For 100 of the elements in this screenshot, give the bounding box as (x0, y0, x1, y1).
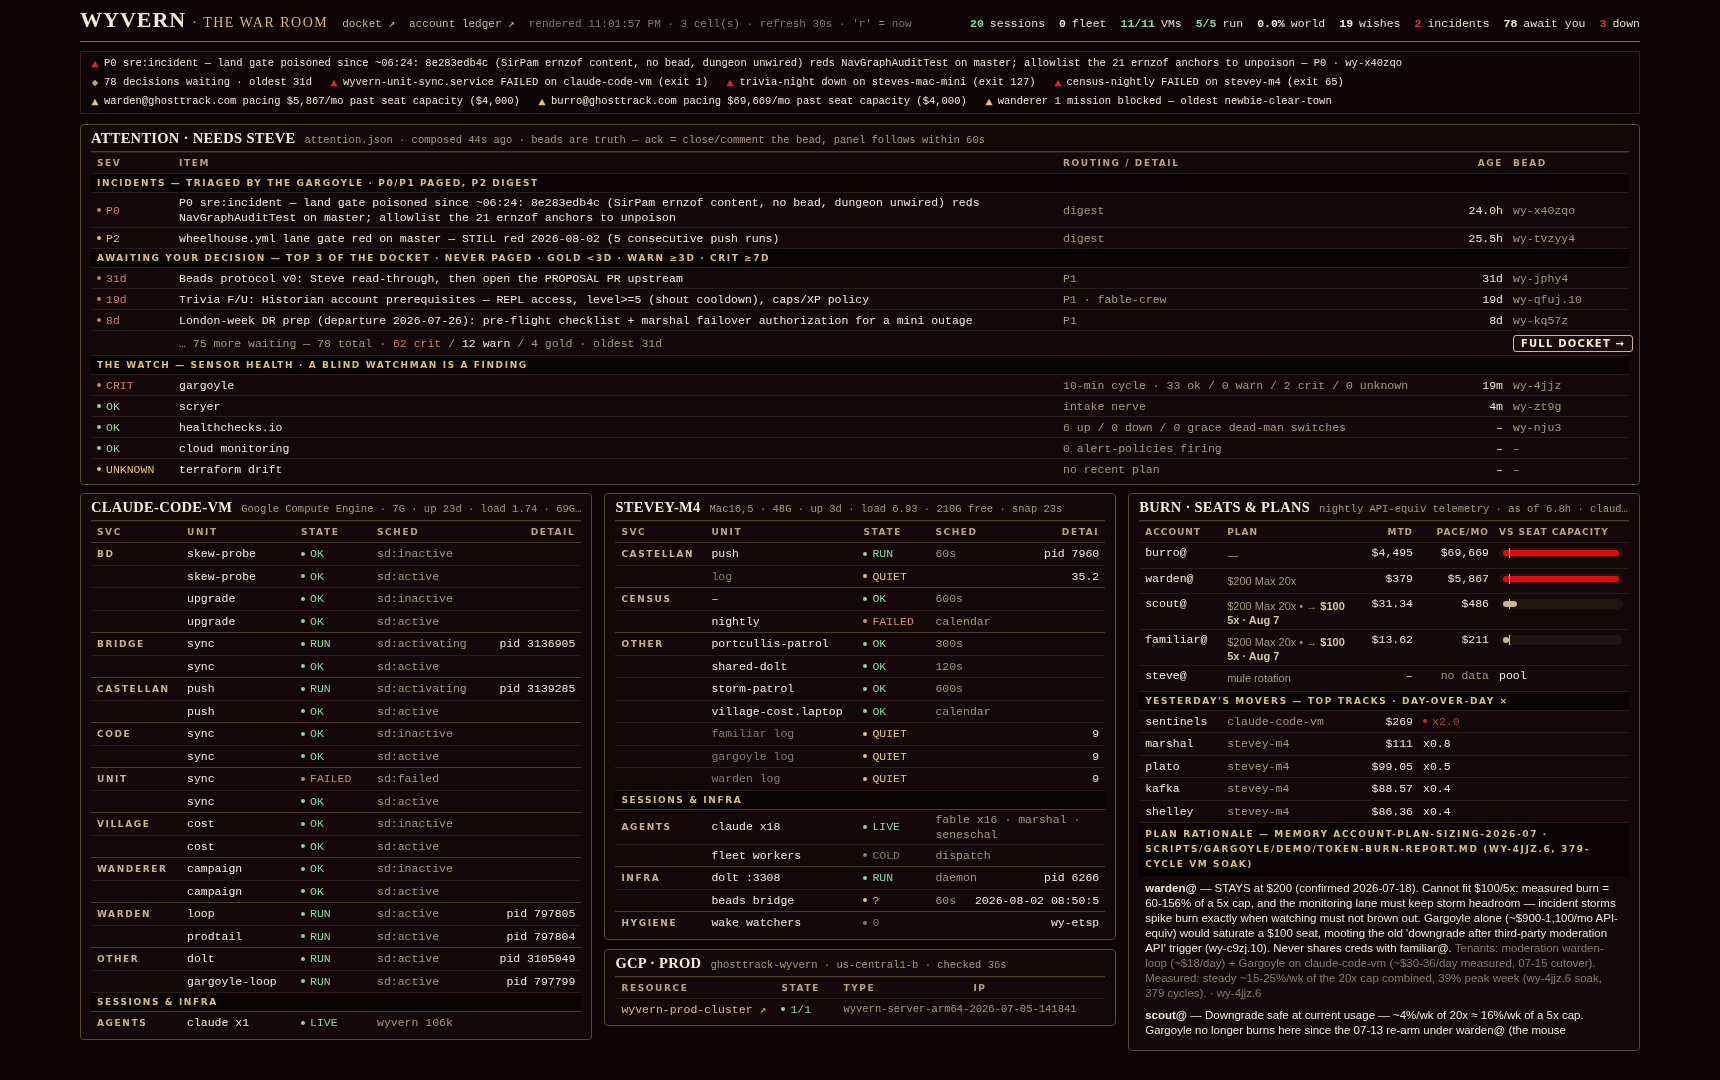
panel-title: STEVEY-M4 (615, 499, 701, 516)
unit-name: push (187, 682, 216, 696)
mtd-amount: – (1406, 669, 1413, 682)
routing-detail: intake nerve (1063, 399, 1147, 413)
more-summary: … 75 more waiting — 78 total · 62 crit / 12 warn / 4 gold · oldest 31d (179, 336, 664, 350)
stat-caption: sessions (989, 17, 1046, 30)
plan-text: $200 Max 20x (1227, 573, 1298, 589)
unit-name: claude x1 (187, 1016, 251, 1030)
status-label: QUIET (863, 569, 926, 583)
schedule-cell-text: sd:active (377, 906, 441, 923)
column-header: MTD (1387, 527, 1413, 537)
panel-meta: nightly API-equiv telemetry · as of 6.8h · claud… (1319, 503, 1628, 515)
stat-count: 11/11 (1120, 17, 1155, 30)
unit-name: cost (187, 817, 216, 831)
status-label: OK (301, 547, 367, 561)
routing-detail: 0 alert-policies firing (1063, 441, 1223, 455)
unit-name: upgrade (187, 592, 237, 606)
section-header: YESTERDAY'S MOVERS — TOP TRACKS · DAY-OVER-DAY × (1139, 690, 1629, 710)
bead-id: – (1513, 462, 1521, 476)
resource-link[interactable]: wyvern-prod-cluster ↗ (621, 1002, 772, 1017)
status-label: QUIET (863, 772, 926, 786)
schedule-cell-text: sd:inactive (377, 546, 454, 563)
schedule-cell-text: sd:active (377, 793, 441, 810)
alert-text: census-nightly FAILED on stevey-m4 (exit 65) (1066, 75, 1344, 90)
schedule-cell-text: 600s (935, 681, 964, 698)
stat-count: 5/5 (1195, 17, 1217, 30)
track-name: kafka (1145, 782, 1181, 796)
unit-name: loop (187, 907, 216, 921)
section-header: SESSIONS & INFRA (615, 789, 1106, 809)
unit-name: sync (187, 659, 216, 673)
stat-caption: run (1222, 17, 1244, 30)
pace-amount: $69,669 (1440, 546, 1489, 559)
column-header: UNIT (187, 527, 219, 537)
column-header: STATE (301, 527, 341, 537)
schedule-cell-text: sd:inactive (377, 591, 454, 608)
schedule-cell-text: dispatch (935, 847, 992, 864)
item-age: 4m (1489, 399, 1503, 413)
attention-item: London-week DR prep (departure 2026-07-26): pre-flight checklist + marshal failover authorization for a mini outage (179, 312, 974, 329)
track-name: shelley (1145, 804, 1195, 818)
mtd-amount: $269 (1385, 714, 1413, 728)
alert-text: trivia-night down on steves-mac-mini (exit 127) (739, 75, 1036, 90)
attention-item: terraform drift (179, 461, 284, 478)
account-name: warden@ (1145, 571, 1195, 585)
status-label: RUN (301, 637, 367, 651)
unit-name: push (711, 547, 740, 561)
status-label: OK (301, 884, 367, 898)
status-label: QUIET (863, 749, 926, 763)
bead-id: wy-jphy4 (1513, 271, 1570, 285)
stat-count: 0 (1059, 17, 1066, 30)
column-header: PLAN (1227, 527, 1260, 537)
mtd-amount: $88.57 (1371, 782, 1413, 796)
column-header: BEAD (1513, 158, 1548, 168)
detail-cell: pid 797804 (506, 929, 576, 943)
column-header: SEV (97, 158, 123, 168)
bead-id: – (1513, 441, 1521, 455)
item-age: 31d (1482, 271, 1503, 285)
stat-caption: down (1612, 17, 1640, 30)
item-age: 24.0h (1468, 203, 1503, 217)
warning-icon (984, 97, 993, 106)
column-header: ROUTING / DETAIL (1063, 158, 1181, 168)
render-status: rendered 11:01:57 PM · 3 cell(s) · refresh 30s · 'r' = now (528, 18, 912, 30)
host-name: claude-code-vm (1227, 714, 1325, 728)
panel-meta: Google Compute Engine · 7G · up 23d · load 1.74 · 69G… (241, 503, 582, 515)
mtd-amount: $13.62 (1371, 633, 1413, 646)
routing-detail: 10-min cycle · 33 ok / 0 warn / 2 crit / 0 unknown (1063, 378, 1410, 392)
stat-caption: await you (1523, 17, 1586, 30)
full-docket-button[interactable]: FULL DOCKET → (1513, 334, 1634, 352)
status-label: RUN (863, 871, 926, 885)
panel-meta: Mac16,5 · 48G · up 3d · load 6.93 · 210G free · snap 23s (709, 503, 1063, 515)
routing-detail: P1 · fable-crew (1063, 292, 1168, 306)
schedule-cell-text: sd:inactive (377, 861, 454, 878)
schedule-cell-text: sd:active (377, 928, 441, 945)
status-label: OK (863, 704, 926, 718)
alert-text: P0 sre:incident — land gate poisoned since ~06:24: 8e283edb4c (SirPam ernzof content, no bead, dungeon unwired) reds NavGraphAuditTest on master; allowlist the 21 ernzof anchors to unpoison — P0 · wy-x40zqo (104, 56, 1402, 71)
service-group: CODE (97, 728, 177, 739)
nav-link[interactable]: account ledger ↗ (409, 17, 515, 30)
status-label: RUN (301, 952, 367, 966)
service-group: AGENTS (97, 1017, 177, 1028)
service-group: VILLAGE (97, 818, 177, 829)
unit-name: gargoyle log (711, 749, 796, 763)
schedule-cell-text: sd:activating (377, 681, 468, 698)
unit-name: warden log (711, 772, 782, 786)
routing-detail: digest (1063, 203, 1106, 217)
detail-cell: 2026-08-02 08:50:5 (974, 893, 1100, 907)
stat-caption: world (1290, 17, 1326, 30)
unit-name: campaign (187, 884, 244, 898)
stat-count: 3 (1599, 17, 1607, 30)
service-group: CASTELLAN (97, 683, 177, 694)
unit-name: beads bridge (711, 893, 796, 907)
status-label: RUN (301, 929, 367, 943)
nav-link[interactable]: docket ↗ (342, 17, 396, 30)
status-label: OK (301, 569, 367, 583)
column-header: IP (973, 982, 988, 993)
bead-id: wy-zt9g (1513, 399, 1563, 413)
ratio-label: x0.8 (1423, 737, 1452, 751)
status-label: OK (301, 817, 367, 831)
schedule-cell-text: 120s (935, 658, 964, 675)
column-header: RESOURCE (621, 982, 690, 993)
unit-name: village-cost.laptop (711, 704, 844, 718)
stat-caption: wishes (1359, 17, 1401, 30)
